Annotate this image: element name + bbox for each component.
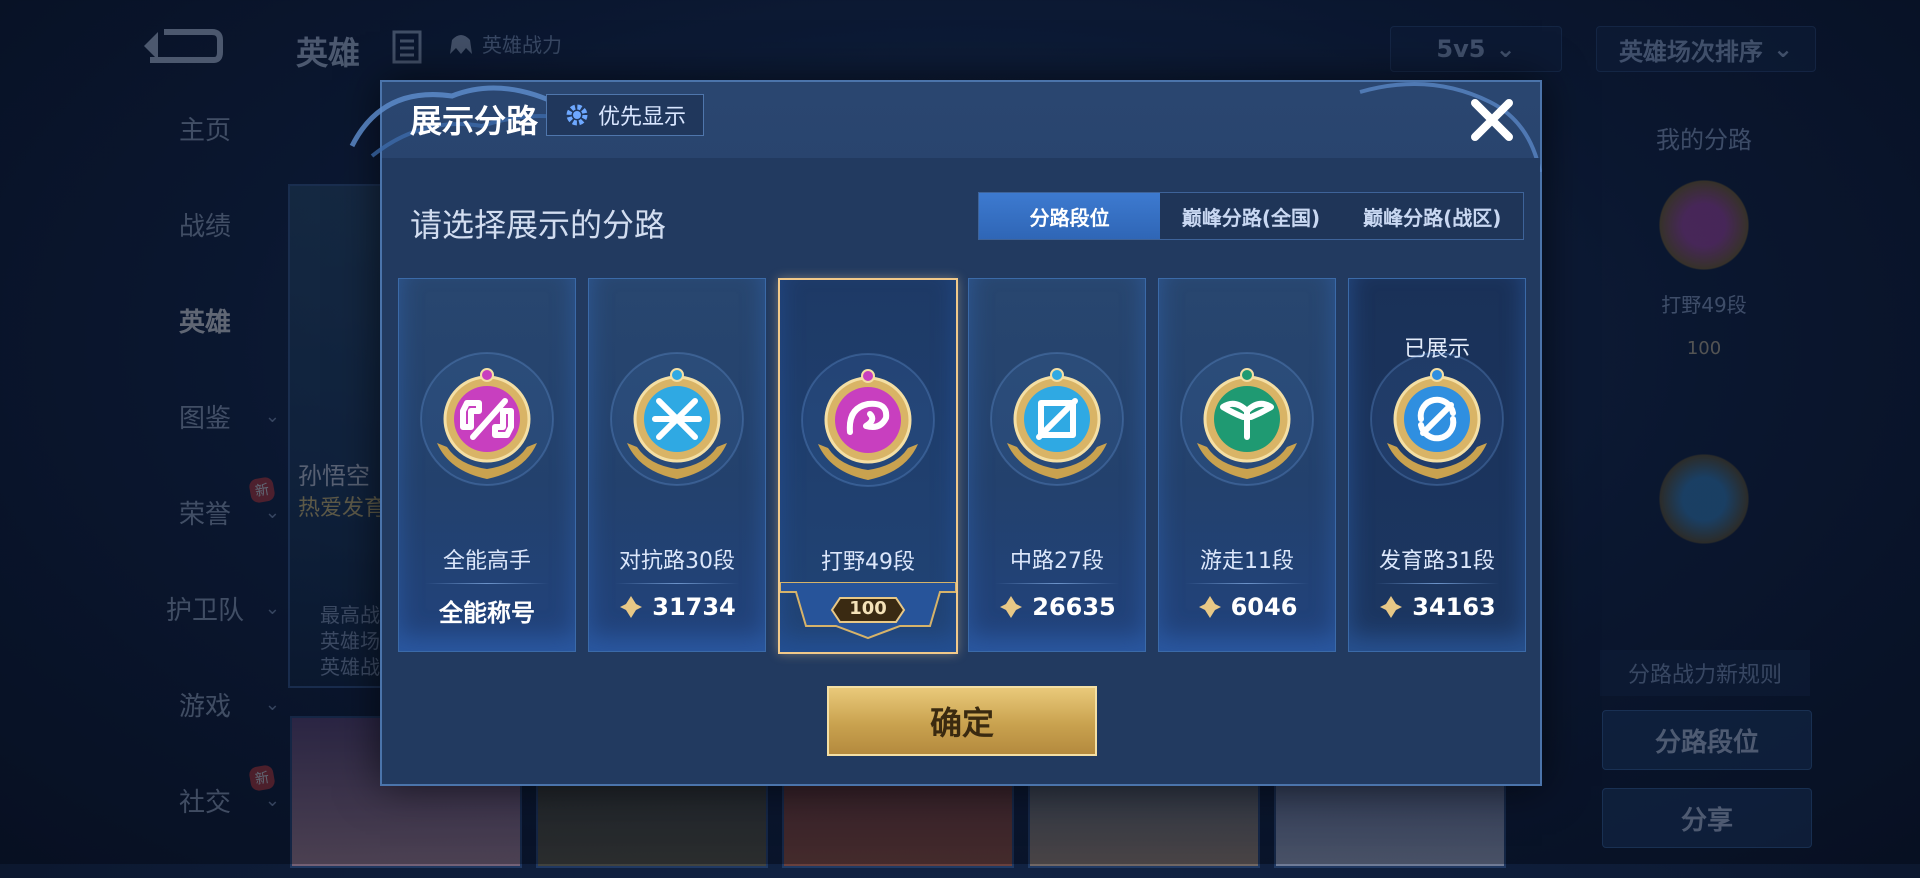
lane-value: 6046 bbox=[1159, 593, 1335, 621]
confirm-button[interactable]: 确定 bbox=[827, 686, 1097, 756]
lane-card-clash[interactable]: 对抗路30段 31734 bbox=[588, 278, 766, 652]
lane-card-jungle[interactable]: 打野49段 100 bbox=[778, 278, 958, 654]
lane-value: 全能称号 bbox=[399, 593, 575, 628]
tab-peak-region[interactable]: 巅峰分路(战区) bbox=[1342, 193, 1523, 239]
power-icon bbox=[1380, 596, 1403, 618]
arrow-circle-icon bbox=[1370, 352, 1504, 486]
lane-card-farm[interactable]: 已展示 发育路31段 34163 bbox=[1348, 278, 1526, 652]
lane-value: 26635 bbox=[969, 593, 1145, 621]
priority-display-button[interactable]: 优先显示 bbox=[546, 94, 704, 136]
modal-subtitle: 请选择展示的分路 bbox=[410, 206, 667, 244]
tab-lane-rank[interactable]: 分路段位 bbox=[979, 193, 1161, 239]
dragon-icon bbox=[801, 353, 935, 487]
lane-name: 打野49段 bbox=[821, 550, 915, 575]
lane-value: 34163 bbox=[1349, 593, 1525, 621]
lane-value: 31734 bbox=[589, 593, 765, 621]
lane-name: 发育路31段 bbox=[1379, 549, 1495, 574]
lane-name: 游走11段 bbox=[1200, 549, 1294, 574]
divider bbox=[425, 583, 549, 584]
level-number: 100 bbox=[849, 598, 887, 619]
lane-tabs: 分路段位 巅峰分路(全国) 巅峰分路(战区) bbox=[978, 192, 1524, 240]
lane-power: 34163 bbox=[1412, 593, 1496, 621]
lane-name: 对抗路30段 bbox=[619, 549, 735, 574]
lane-card-mid[interactable]: 中路27段 26635 bbox=[968, 278, 1146, 652]
power-icon bbox=[1198, 596, 1221, 618]
lane-power: 26635 bbox=[1032, 593, 1116, 621]
lane-level: 100 bbox=[780, 598, 956, 619]
lane-name: 全能高手 bbox=[442, 549, 531, 574]
wings-icon bbox=[1180, 352, 1314, 486]
lane-card-roam[interactable]: 游走11段 6046 bbox=[1158, 278, 1336, 652]
divider bbox=[995, 583, 1119, 584]
lane-power: 31734 bbox=[652, 593, 736, 621]
divider bbox=[1185, 583, 1309, 584]
power-icon bbox=[1000, 596, 1023, 618]
modal-title: 展示分路 bbox=[410, 102, 539, 140]
lane-card-list: 全能高手 全能称号 对抗路30段 31734 打野49段 100 中路27段 2… bbox=[398, 278, 1528, 654]
power-icon bbox=[620, 596, 643, 618]
divider bbox=[1375, 583, 1499, 584]
lane-name: 中路27段 bbox=[1010, 549, 1104, 574]
close-button[interactable] bbox=[1464, 92, 1520, 148]
all-round-icon bbox=[420, 352, 554, 486]
close-icon bbox=[1471, 99, 1513, 141]
wand-icon bbox=[990, 352, 1124, 486]
swords-icon bbox=[610, 352, 744, 486]
lane-card-allround[interactable]: 全能高手 全能称号 bbox=[398, 278, 576, 652]
gear-icon bbox=[566, 104, 588, 126]
lane-display-modal: 展示分路 优先显示 请选择展示的分路 分路段位 巅峰分路(全国) 巅峰分路(战区… bbox=[349, 80, 1542, 786]
lane-title-text: 全能称号 bbox=[439, 599, 535, 627]
tab-peak-national[interactable]: 巅峰分路(全国) bbox=[1160, 193, 1341, 239]
divider bbox=[615, 583, 739, 584]
priority-display-label: 优先显示 bbox=[597, 105, 686, 130]
lane-power: 6046 bbox=[1230, 593, 1298, 621]
